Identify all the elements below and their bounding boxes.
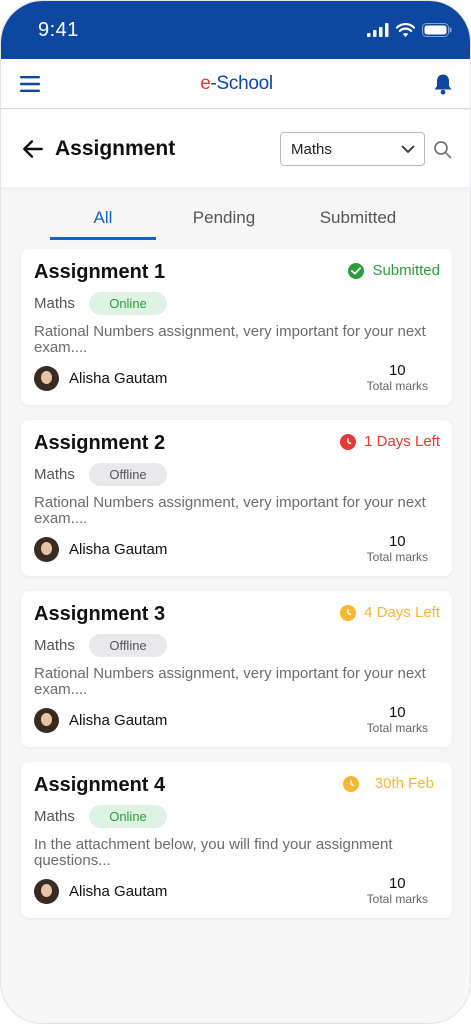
avatar	[34, 537, 59, 562]
tab-pending[interactable]: Pending	[173, 208, 275, 228]
assignment-title: Assignment 1	[34, 261, 166, 283]
assignment-description: Rational Numbers assignment, very import…	[34, 665, 426, 698]
signal-icon	[367, 23, 389, 37]
assignment-title: Assignment 2	[34, 432, 166, 454]
teacher-info: Alisha Gautam	[34, 879, 167, 904]
assignment-description: In the attachment below, you will find y…	[34, 836, 393, 869]
avatar	[34, 879, 59, 904]
teacher-info: Alisha Gautam	[34, 366, 167, 391]
assignment-description: Rational Numbers assignment, very import…	[34, 494, 426, 527]
assignment-status: Submitted	[348, 262, 440, 279]
status-text: 1 Days Left	[364, 433, 440, 450]
wifi-icon	[396, 23, 415, 37]
status-time: 9:41	[38, 18, 79, 41]
teacher-name: Alisha Gautam	[69, 541, 168, 558]
check-circle-icon	[348, 262, 365, 279]
total-marks: 10 Total marks	[366, 875, 428, 907]
subject-select-value: Maths	[291, 140, 332, 158]
marks-label: Total marks	[366, 379, 428, 393]
assignment-title: Assignment 4	[34, 774, 166, 796]
chevron-down-icon	[401, 145, 415, 153]
status-text: Submitted	[372, 262, 440, 279]
teacher-info: Alisha Gautam	[34, 537, 167, 562]
assignment-card[interactable]: Assignment 2 1 Days Left Maths Offline R…	[21, 420, 452, 576]
teacher-info: Alisha Gautam	[34, 708, 167, 733]
app-logo: e-School	[200, 73, 273, 95]
teacher-name: Alisha Gautam	[69, 883, 168, 900]
assignment-status: 1 Days Left	[340, 433, 440, 450]
total-marks: 10 Total marks	[366, 362, 428, 394]
status-text: 4 Days Left	[364, 604, 440, 621]
status-bar: 9:41	[1, 1, 470, 59]
marks-value: 10	[388, 362, 406, 379]
marks-label: Total marks	[366, 721, 428, 735]
clock-icon	[340, 604, 357, 621]
avatar	[34, 708, 59, 733]
assignment-description: Rational Numbers assignment, very import…	[34, 323, 426, 356]
tab-all[interactable]: All	[50, 208, 156, 228]
mode-badge: Offline	[89, 463, 167, 486]
marks-label: Total marks	[366, 892, 428, 906]
total-marks: 10 Total marks	[366, 704, 428, 736]
status-icons	[367, 23, 452, 37]
assignment-card[interactable]: Assignment 1 Submitted Maths Online Rati…	[21, 249, 452, 405]
clock-icon	[340, 433, 357, 450]
mode-badge: Offline	[89, 634, 167, 657]
mode-badge: Online	[89, 805, 167, 828]
search-icon[interactable]	[432, 139, 454, 161]
active-tab-indicator	[50, 237, 156, 240]
battery-icon	[422, 23, 452, 37]
assignment-status: 4 Days Left	[340, 604, 440, 621]
logo-text: -School	[210, 72, 273, 94]
assignment-subject: Maths	[34, 295, 75, 312]
back-arrow-icon[interactable]	[21, 137, 45, 161]
marks-label: Total marks	[366, 550, 428, 564]
subject-select[interactable]: Maths	[280, 132, 425, 166]
teacher-name: Alisha Gautam	[69, 370, 168, 387]
assignment-tabs: All Pending Submitted	[1, 197, 470, 241]
phone-frame: 9:41 e-School Assignment Maths All Pendi…	[0, 0, 471, 1024]
mode-badge: Online	[89, 292, 167, 315]
tab-submitted[interactable]: Submitted	[301, 208, 415, 228]
page-header: Assignment Maths	[1, 110, 470, 187]
marks-value: 10	[388, 875, 406, 892]
page-title: Assignment	[55, 136, 176, 160]
avatar	[34, 366, 59, 391]
assignment-card[interactable]: Assignment 4 30th Feb Maths Online In th…	[21, 762, 452, 918]
app-bar: e-School	[1, 59, 470, 109]
menu-icon[interactable]	[20, 75, 40, 92]
logo-e: e	[200, 72, 211, 94]
marks-value: 10	[388, 704, 406, 721]
assignment-status: 30th Feb	[342, 775, 434, 792]
assignment-subject: Maths	[34, 637, 75, 654]
assignment-title: Assignment 3	[34, 603, 166, 625]
marks-value: 10	[388, 533, 406, 550]
status-text: 30th Feb	[374, 775, 434, 792]
assignment-card[interactable]: Assignment 3 4 Days Left Maths Offline R…	[21, 591, 452, 747]
clock-icon	[342, 775, 359, 792]
teacher-name: Alisha Gautam	[69, 712, 168, 729]
bell-icon[interactable]	[433, 73, 453, 95]
assignment-subject: Maths	[34, 808, 75, 825]
assignment-subject: Maths	[34, 466, 75, 483]
total-marks: 10 Total marks	[366, 533, 428, 565]
